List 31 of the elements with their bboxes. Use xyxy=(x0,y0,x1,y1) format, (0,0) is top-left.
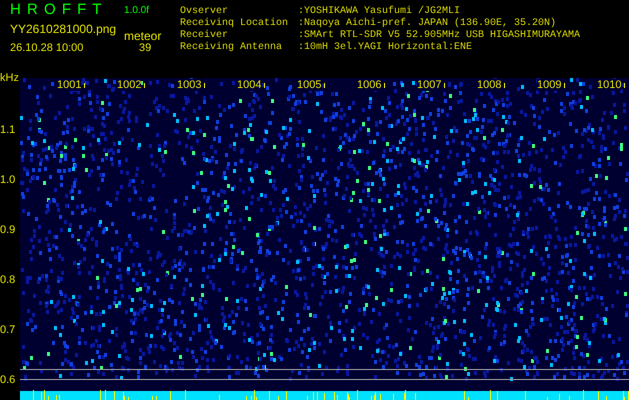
info-value: :Naqoya Aichi-pref. JAPAN (136.90E, 35.20N) xyxy=(298,18,556,30)
y-axis-label: 0.6 xyxy=(0,374,16,386)
x-axis-label: 1009 xyxy=(537,79,562,91)
y-axis-label: 1.0 xyxy=(0,174,16,186)
info-value: :SMArt RTL-SDR V5 52.905MHz USB HIGASHIMURAYAMA xyxy=(298,30,580,42)
x-axis-label: 1007 xyxy=(417,79,442,91)
x-axis-label: 1003 xyxy=(177,79,202,91)
x-axis-label: 1001 xyxy=(57,79,82,91)
y-axis-label: 0.7 xyxy=(0,324,16,336)
info-value: :10mH 3el.YAGI Horizontal:ENE xyxy=(298,42,472,54)
x-axis-label: 1005 xyxy=(297,79,322,91)
axis-unit: kHz xyxy=(0,71,19,86)
x-axis-label: 1002 xyxy=(117,79,142,91)
info-value: :YOSHIKAWA Yasufumi /JG2MLI xyxy=(298,6,460,18)
info-label: Receivinq Location xyxy=(180,18,290,30)
info-label: Receiver xyxy=(180,30,230,42)
meteor-count: 39 xyxy=(139,41,152,56)
version-label: 1.0.0f xyxy=(124,4,150,18)
app-title: H R O F F T xyxy=(10,1,102,19)
y-axis-label: 1.1 xyxy=(0,124,16,136)
info-label: Ovserver xyxy=(180,6,230,18)
counter-label: meteor xyxy=(124,28,162,43)
info-label: Receiving Antenna xyxy=(180,42,284,54)
x-axis-label: 1008 xyxy=(477,79,502,91)
file-name: YY2610281000.png xyxy=(10,21,116,38)
x-axis-label: 1010 xyxy=(597,79,622,91)
y-axis-label: 0.9 xyxy=(0,224,16,236)
x-axis-label: 1006 xyxy=(357,79,382,91)
y-axis-label: 0.8 xyxy=(0,274,16,286)
timestamp: 26.10.28 10:00 xyxy=(10,41,84,56)
x-axis-label: 1004 xyxy=(237,79,262,91)
